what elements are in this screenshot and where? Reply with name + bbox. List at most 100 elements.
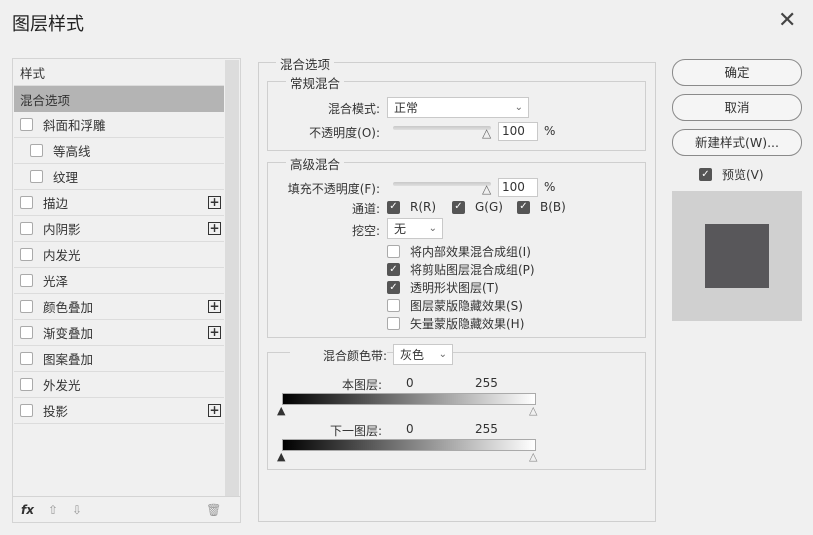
checkbox[interactable]: [30, 144, 43, 157]
cancel-button[interactable]: 取消: [672, 94, 802, 121]
advanced-option[interactable]: ✓ 透明形状图层(T): [387, 279, 499, 296]
sidebar-item-label: 光泽: [43, 274, 69, 289]
blend-if-select[interactable]: 灰色 ⌄: [393, 344, 453, 365]
this-layer-white-slider[interactable]: △: [529, 404, 537, 417]
this-layer-black-slider[interactable]: ▲: [277, 404, 285, 417]
checkbox[interactable]: ✓: [517, 200, 530, 214]
sidebar-item[interactable]: 渐变叠加 +: [14, 320, 224, 346]
channel-r[interactable]: ✓ R(R): [387, 200, 436, 214]
checkbox[interactable]: [20, 196, 33, 209]
close-icon[interactable]: ✕: [778, 8, 796, 33]
fill-opacity-slider[interactable]: [393, 182, 491, 186]
add-icon[interactable]: +: [208, 222, 221, 235]
chevron-down-icon: ⌄: [438, 349, 447, 360]
sidebar-item-label: 描边: [43, 196, 69, 211]
checkbox[interactable]: [20, 222, 33, 235]
checkbox[interactable]: [20, 326, 33, 339]
sidebar-item-label: 渐变叠加: [43, 326, 94, 341]
sidebar-item[interactable]: 描边 +: [14, 190, 224, 216]
blend-mode-select[interactable]: 正常 ⌄: [387, 97, 529, 118]
checkbox[interactable]: [387, 245, 400, 258]
opacity-slider[interactable]: [393, 126, 491, 130]
this-layer-gradient: [282, 393, 536, 405]
channel-b-label: B(B): [540, 200, 566, 214]
sidebar-item-label: 投影: [43, 404, 69, 419]
move-up-icon[interactable]: ⇧: [48, 503, 58, 517]
checkbox[interactable]: ✓: [387, 200, 400, 214]
checkbox[interactable]: [20, 404, 33, 417]
checkbox[interactable]: [387, 299, 400, 312]
sidebar-item[interactable]: 内阴影 +: [14, 216, 224, 242]
fill-opacity-input[interactable]: 100: [498, 178, 538, 197]
add-icon[interactable]: +: [208, 404, 221, 417]
sidebar-item-label: 图案叠加: [43, 352, 94, 367]
checkbox[interactable]: [20, 352, 33, 365]
fill-opacity-percent: %: [544, 180, 556, 194]
preview-swatch: [705, 224, 769, 288]
sidebar-item-label: 斜面和浮雕: [43, 118, 106, 133]
sidebar-item[interactable]: 内发光: [14, 242, 224, 268]
this-layer-min: 0: [406, 376, 414, 390]
checkbox[interactable]: [20, 378, 33, 391]
add-icon[interactable]: +: [208, 326, 221, 339]
sidebar-item-label: 等高线: [53, 144, 91, 159]
sidebar-item-label: 颜色叠加: [43, 300, 94, 315]
checkbox[interactable]: [20, 300, 33, 313]
advanced-option-label: 透明形状图层(T): [410, 281, 499, 295]
checkbox[interactable]: [20, 248, 33, 261]
checkbox[interactable]: ✓: [387, 281, 400, 294]
sidebar-item[interactable]: 混合选项: [14, 86, 224, 112]
advanced-option[interactable]: 将内部效果混合成组(I): [387, 243, 531, 260]
ok-button[interactable]: 确定: [672, 59, 802, 86]
new-style-button[interactable]: 新建样式(W)...: [672, 129, 802, 156]
underlying-layer-label: 下一图层:: [329, 424, 382, 438]
advanced-option-label: 将内部效果混合成组(I): [410, 245, 531, 259]
dialog-title: 图层样式: [12, 14, 84, 35]
styles-header[interactable]: 样式: [14, 60, 224, 86]
underlying-black-slider[interactable]: ▲: [277, 450, 285, 463]
preview-label: 预览(V): [722, 168, 764, 182]
preview-box: [672, 191, 802, 321]
sidebar-item[interactable]: 纹理: [14, 164, 224, 190]
sidebar-item[interactable]: 等高线: [14, 138, 224, 164]
add-icon[interactable]: +: [208, 300, 221, 313]
sidebar-item-label: 外发光: [43, 378, 81, 393]
sidebar-item[interactable]: 斜面和浮雕: [14, 112, 224, 138]
preview-toggle[interactable]: ✓ 预览(V): [699, 166, 764, 183]
opacity-input[interactable]: 100: [498, 122, 538, 141]
sidebar-item[interactable]: 投影 +: [14, 398, 224, 424]
fx-icon[interactable]: fx: [21, 503, 34, 517]
trash-icon[interactable]: 🗑: [206, 503, 221, 517]
move-down-icon[interactable]: ⇩: [72, 503, 82, 517]
channel-b[interactable]: ✓ B(B): [517, 200, 566, 214]
knockout-select[interactable]: 无 ⌄: [387, 218, 443, 239]
underlying-max: 255: [475, 422, 498, 436]
checkbox[interactable]: ✓: [452, 200, 465, 214]
advanced-option[interactable]: 矢量蒙版隐藏效果(H): [387, 315, 524, 332]
checkbox[interactable]: [20, 118, 33, 131]
add-icon[interactable]: +: [208, 196, 221, 209]
sidebar-item-label: 内阴影: [43, 222, 81, 237]
checkbox[interactable]: ✓: [387, 263, 400, 276]
advanced-option[interactable]: 图层蒙版隐藏效果(S): [387, 297, 523, 314]
checkbox[interactable]: [387, 317, 400, 330]
advanced-option[interactable]: ✓ 将剪贴图层混合成组(P): [387, 261, 535, 278]
fill-opacity-slider-thumb[interactable]: △: [482, 182, 491, 196]
opacity-slider-thumb[interactable]: △: [482, 126, 491, 140]
sidebar-item[interactable]: 外发光: [14, 372, 224, 398]
sidebar-item[interactable]: 图案叠加: [14, 346, 224, 372]
sidebar-item[interactable]: 光泽: [14, 268, 224, 294]
scrollbar[interactable]: [225, 60, 239, 496]
advanced-option-label: 图层蒙版隐藏效果(S): [410, 299, 523, 313]
checkbox[interactable]: [30, 170, 43, 183]
checkbox[interactable]: [20, 274, 33, 287]
chevron-down-icon: ⌄: [514, 102, 523, 113]
checkbox[interactable]: ✓: [699, 168, 712, 181]
blend-if-value: 灰色: [400, 348, 425, 362]
sidebar-item[interactable]: 颜色叠加 +: [14, 294, 224, 320]
sidebar-item-label: 纹理: [53, 170, 79, 185]
underlying-gradient: [282, 439, 536, 451]
this-layer-max: 255: [475, 376, 498, 390]
underlying-white-slider[interactable]: △: [529, 450, 537, 463]
channel-g[interactable]: ✓ G(G): [452, 200, 503, 214]
